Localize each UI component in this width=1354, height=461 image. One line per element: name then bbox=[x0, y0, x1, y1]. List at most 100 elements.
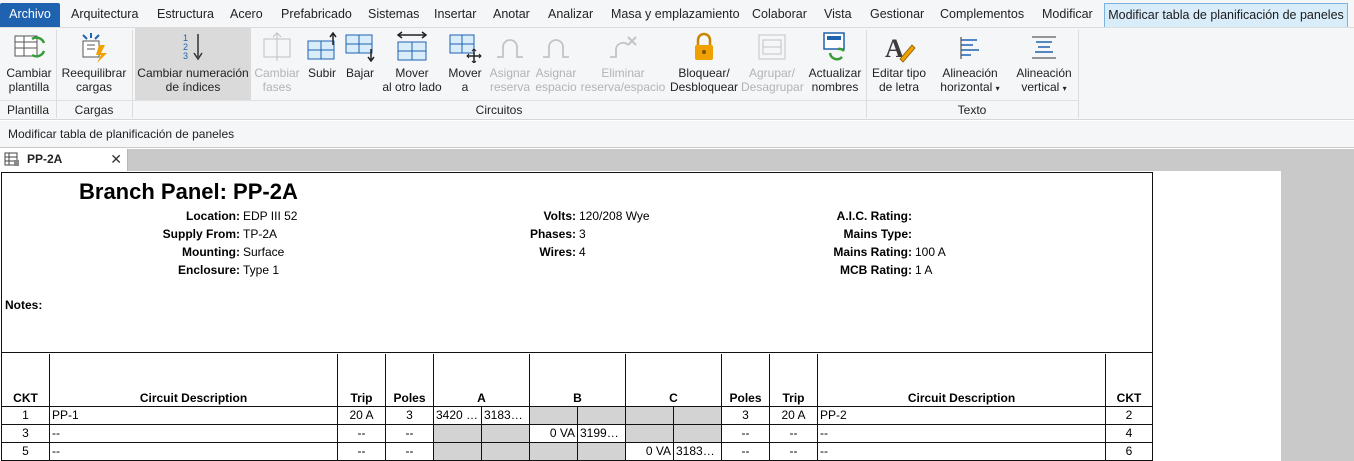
update-names-icon bbox=[817, 30, 853, 64]
panel-label-cargas: Cargas bbox=[56, 100, 132, 120]
tab-insertar[interactable]: Insertar bbox=[434, 4, 476, 26]
tab-modificar-tabla-paneles[interactable]: Modificar tabla de planificación de pane… bbox=[1104, 3, 1348, 27]
edit-font-button[interactable]: A Editar tipo de letra bbox=[868, 28, 930, 100]
tab-analizar[interactable]: Analizar bbox=[548, 4, 593, 26]
trip-left[interactable]: -- bbox=[338, 425, 386, 443]
desc-right[interactable]: PP-2 bbox=[818, 407, 1106, 425]
remove-spare-button[interactable]: Eliminar reserva/espacio bbox=[580, 28, 666, 100]
renumber-button[interactable]: 123 Cambiar numeración de índices bbox=[135, 28, 251, 100]
tab-estructura[interactable]: Estructura bbox=[157, 4, 214, 26]
trip-left[interactable]: -- bbox=[338, 443, 386, 461]
tab-colaborar[interactable]: Colaborar bbox=[752, 4, 807, 26]
phase-a-load[interactable] bbox=[434, 425, 482, 443]
tab-archivo[interactable]: Archivo bbox=[0, 3, 60, 27]
phase-a-load[interactable] bbox=[434, 443, 482, 461]
desc-left[interactable]: -- bbox=[50, 425, 338, 443]
supply-from-label: Supply From: bbox=[162, 227, 240, 241]
phase-a-load[interactable]: 3420 VA bbox=[434, 407, 482, 425]
lock-unlock-button[interactable]: Bloquear/Desbloquear bbox=[668, 28, 740, 100]
trip-right[interactable]: -- bbox=[770, 443, 818, 461]
tab-arquitectura[interactable]: Arquitectura bbox=[71, 4, 138, 26]
trip-right[interactable]: 20 A bbox=[770, 407, 818, 425]
ckt-right[interactable]: 2 bbox=[1106, 407, 1152, 425]
move-to-button[interactable]: Mover a bbox=[446, 28, 484, 100]
panel-header: Branch Panel: PP-2A Location: EDP III 52… bbox=[2, 173, 1152, 353]
phase-b-load-right[interactable] bbox=[578, 443, 626, 461]
change-phases-icon bbox=[259, 30, 295, 64]
desc-right[interactable]: -- bbox=[818, 425, 1106, 443]
chevron-down-icon: ▾ bbox=[995, 84, 1000, 93]
wires-value: 4 bbox=[579, 245, 586, 259]
move-down-button[interactable]: Bajar bbox=[342, 28, 378, 100]
rebalance-loads-button[interactable]: Reequilibrar cargas bbox=[58, 28, 130, 100]
tab-sistemas[interactable]: Sistemas bbox=[368, 4, 419, 26]
poles-right[interactable]: -- bbox=[722, 425, 770, 443]
notes-label: Notes: bbox=[5, 298, 43, 312]
poles-right[interactable]: 3 bbox=[722, 407, 770, 425]
phase-b-load-right[interactable] bbox=[578, 407, 626, 425]
trip-right[interactable]: -- bbox=[770, 425, 818, 443]
tab-modificar[interactable]: Modificar bbox=[1042, 4, 1093, 26]
poles-left[interactable]: 3 bbox=[386, 407, 434, 425]
tab-gestionar[interactable]: Gestionar bbox=[870, 4, 924, 26]
tab-prefabricado[interactable]: Prefabricado bbox=[281, 4, 352, 26]
document-tab[interactable]: PP-2A ✕ bbox=[0, 149, 128, 171]
phase-c-load-right[interactable] bbox=[674, 425, 722, 443]
phase-a-load-right[interactable] bbox=[482, 443, 530, 461]
workspace-margin bbox=[1281, 171, 1354, 461]
ckt-left[interactable]: 3 bbox=[2, 425, 50, 443]
enclosure-value: Type 1 bbox=[243, 263, 280, 277]
panel-label-plantilla: Plantilla bbox=[0, 100, 56, 120]
phase-b-load[interactable]: 0 VA bbox=[530, 425, 578, 443]
trip-left[interactable]: 20 A bbox=[338, 407, 386, 425]
ckt-right[interactable]: 4 bbox=[1106, 425, 1152, 443]
mounting-value: Surface bbox=[243, 245, 285, 259]
move-to-icon bbox=[447, 30, 483, 64]
phase-b-load[interactable] bbox=[530, 443, 578, 461]
poles-left[interactable]: -- bbox=[386, 425, 434, 443]
desc-right[interactable]: -- bbox=[818, 443, 1106, 461]
ckt-right[interactable]: 6 bbox=[1106, 443, 1152, 461]
poles-left[interactable]: -- bbox=[386, 443, 434, 461]
change-phases-button[interactable]: Cambiar fases bbox=[253, 28, 301, 100]
update-names-button[interactable]: Actualizar nombres bbox=[805, 28, 865, 100]
tab-vista[interactable]: Vista bbox=[824, 4, 852, 26]
tab-masa-emplazamiento[interactable]: Masa y emplazamiento bbox=[611, 4, 740, 26]
move-across-button[interactable]: Mover al otro lado bbox=[380, 28, 444, 100]
phase-c-load[interactable] bbox=[626, 407, 674, 425]
phase-c-load[interactable] bbox=[626, 425, 674, 443]
desc-left[interactable]: PP-1 bbox=[50, 407, 338, 425]
phase-a-load-right[interactable]: 31838... bbox=[482, 407, 530, 425]
desc-left[interactable]: -- bbox=[50, 443, 338, 461]
workspace: Branch Panel: PP-2A Location: EDP III 52… bbox=[0, 171, 1354, 461]
align-horizontal-button[interactable]: Alineación horizontal ▾ bbox=[934, 28, 1006, 100]
tab-anotar[interactable]: Anotar bbox=[493, 4, 530, 26]
header-trip-left: Trip bbox=[338, 354, 386, 407]
change-template-button[interactable]: Cambiar plantilla bbox=[2, 28, 56, 100]
assign-space-button[interactable]: Asignar espacio bbox=[534, 28, 578, 100]
move-up-button[interactable]: Subir bbox=[303, 28, 341, 100]
assign-spare-button[interactable]: Asignar reserva bbox=[487, 28, 533, 100]
location-label: Location: bbox=[186, 209, 240, 223]
header-phase-b: B bbox=[530, 354, 626, 407]
phase-b-load[interactable] bbox=[530, 407, 578, 425]
close-icon[interactable]: ✕ bbox=[110, 149, 122, 170]
phase-c-load-right[interactable]: 31838... bbox=[674, 443, 722, 461]
edit-font-icon: A bbox=[881, 30, 917, 64]
tab-complementos[interactable]: Complementos bbox=[940, 4, 1024, 26]
wires-label: Wires: bbox=[539, 245, 576, 259]
group-ungroup-button[interactable]: Agrupar/Desagrupar bbox=[741, 28, 804, 100]
phase-b-load-right[interactable]: 31997... bbox=[578, 425, 626, 443]
move-down-icon bbox=[342, 30, 378, 64]
tab-acero[interactable]: Acero bbox=[230, 4, 263, 26]
phases-label: Phases: bbox=[529, 227, 576, 241]
align-horizontal-icon bbox=[952, 30, 988, 64]
phase-a-load-right[interactable] bbox=[482, 425, 530, 443]
phase-c-load-right[interactable] bbox=[674, 407, 722, 425]
align-vertical-button[interactable]: Alineación vertical ▾ bbox=[1008, 28, 1080, 100]
poles-right[interactable]: -- bbox=[722, 443, 770, 461]
ckt-left[interactable]: 5 bbox=[2, 443, 50, 461]
ckt-left[interactable]: 1 bbox=[2, 407, 50, 425]
options-bar: Modificar tabla de planificación de pane… bbox=[0, 121, 1354, 148]
phase-c-load[interactable]: 0 VA bbox=[626, 443, 674, 461]
